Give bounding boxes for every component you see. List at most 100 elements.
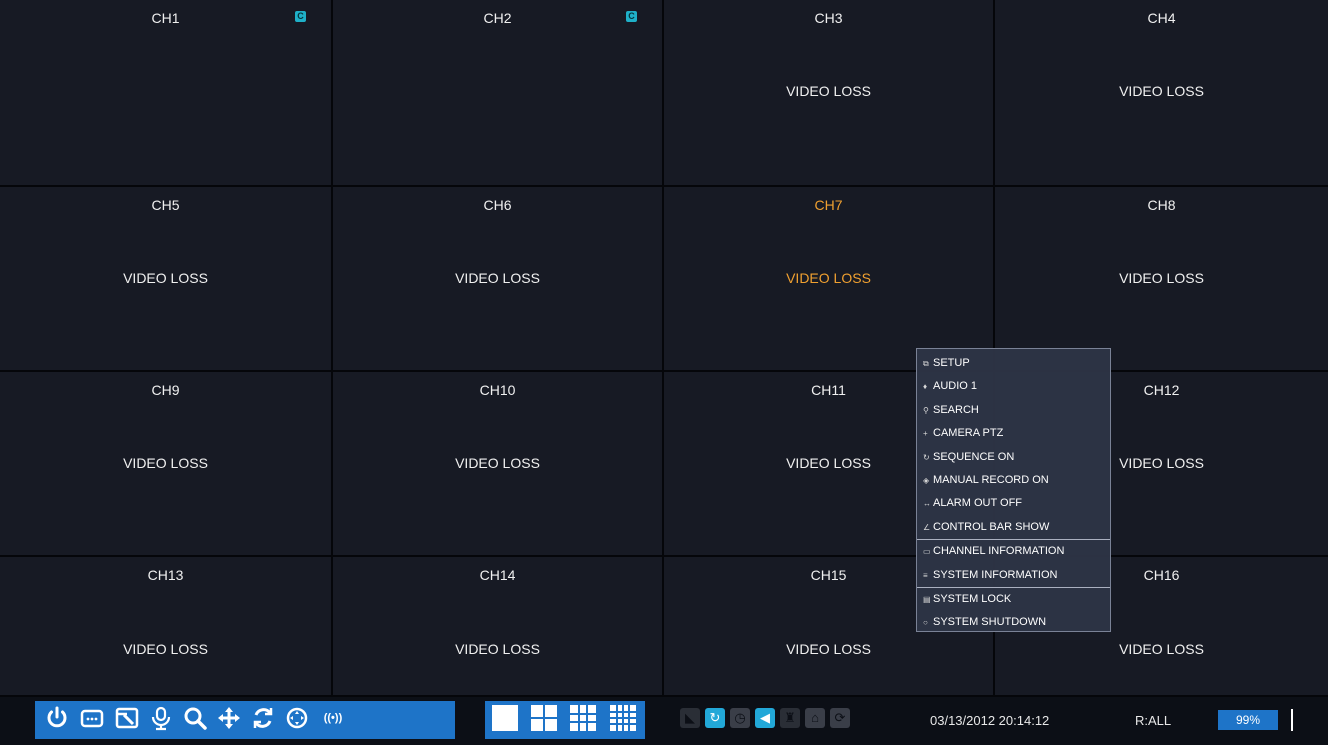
ptz-icon: + xyxy=(923,429,928,439)
channel-tile-8[interactable]: CH8 VIDEO LOSS xyxy=(995,187,1328,372)
channel-label: CH1 xyxy=(151,10,180,26)
menu-item-channel-info[interactable]: ▭ CHANNEL INFORMATION xyxy=(917,540,1110,563)
menu-item-label: SYSTEM INFORMATION xyxy=(933,568,1058,581)
channel-label: CH13 xyxy=(147,567,184,583)
camera-grid: CH1 C CH2 C CH3 VIDEO LOSS CH4 VIDEO LOS… xyxy=(0,0,1328,697)
menu-item-control-bar[interactable]: ∠ CONTROL BAR SHOW xyxy=(917,516,1110,539)
menu-item-label: CHANNEL INFORMATION xyxy=(933,545,1065,558)
channel-label: CH7 xyxy=(814,197,843,213)
lock-icon: ▤ xyxy=(923,594,931,604)
menu-item-label: CONTROL BAR SHOW xyxy=(933,520,1050,533)
video-loss-label: VIDEO LOSS xyxy=(786,641,871,657)
channel-label: CH9 xyxy=(151,382,180,398)
channel-label: CH4 xyxy=(1147,10,1176,26)
video-loss-label: VIDEO LOSS xyxy=(123,455,208,471)
sequence-icon[interactable] xyxy=(248,703,278,733)
layout-9-button[interactable] xyxy=(570,705,596,731)
record-search-icon[interactable] xyxy=(112,703,142,733)
record-mode-label: R:ALL xyxy=(1135,713,1172,728)
refresh-icon: ⟳ xyxy=(830,708,850,728)
broadcast-icon[interactable]: ((•)) xyxy=(318,703,348,733)
channel-label: CH5 xyxy=(151,197,180,213)
search-icon: ⚲ xyxy=(923,405,929,415)
channel-label: CH6 xyxy=(483,197,512,213)
layout-16-button[interactable] xyxy=(610,705,636,731)
home-icon: ⌂ xyxy=(805,708,825,728)
channel-info-icon: ▭ xyxy=(923,547,931,557)
video-loss-label: VIDEO LOSS xyxy=(455,641,540,657)
video-loss-label: VIDEO LOSS xyxy=(786,270,871,286)
video-loss-label: VIDEO LOSS xyxy=(1119,641,1204,657)
power-icon[interactable] xyxy=(42,703,72,733)
menu-item-label: SYSTEM LOCK xyxy=(933,592,1012,605)
menu-item-manual-record[interactable]: ◈ MANUAL RECORD ON xyxy=(917,469,1110,492)
channel-label: CH2 xyxy=(483,10,512,26)
menu-item-label: SETUP xyxy=(933,357,970,369)
hdd-usage-marker xyxy=(1291,709,1293,731)
setup-icon: ⧉ xyxy=(923,359,929,368)
audio-speaker-icon: ◀ xyxy=(755,708,775,728)
control-bar-icon: ∠ xyxy=(923,522,931,532)
search-icon[interactable] xyxy=(180,703,210,733)
channel-tile-6[interactable]: CH6 VIDEO LOSS xyxy=(333,187,664,372)
menu-item-setup[interactable]: ⧉ SETUP xyxy=(917,352,1110,375)
hdd-usage-indicator: 99% xyxy=(1218,710,1278,730)
schedule-icon: ◷ xyxy=(730,708,750,728)
covert-badge: C xyxy=(626,11,637,22)
sequence-icon: ↻ xyxy=(923,452,930,462)
menu-item-audio[interactable]: ♦ AUDIO 1 xyxy=(917,375,1110,398)
menu-item-label: AUDIO 1 xyxy=(933,380,978,393)
channel-tile-7[interactable]: CH7 VIDEO LOSS xyxy=(664,187,995,372)
system-datetime: 03/13/2012 20:14:12 xyxy=(930,713,1050,728)
ptz-camera-icon[interactable] xyxy=(282,703,312,733)
system-info-icon: ≡ xyxy=(923,570,928,580)
covert-badge: C xyxy=(295,11,306,22)
microphone-icon[interactable] xyxy=(146,703,176,733)
context-menu: ⧉ SETUP ♦ AUDIO 1 ⚲ SEARCH + CAMERA PTZ ↻ SEQ… xyxy=(916,348,1111,632)
video-loss-label: VIDEO LOSS xyxy=(455,270,540,286)
menu-item-system-shutdown[interactable]: ○ SYSTEM SHUTDOWN xyxy=(917,611,1110,634)
video-loss-label: VIDEO LOSS xyxy=(786,83,871,99)
menu-item-label: CAMERA PTZ xyxy=(933,427,1004,440)
channel-tile-3[interactable]: CH3 VIDEO LOSS xyxy=(664,0,995,187)
channel-tile-9[interactable]: CH9 VIDEO LOSS xyxy=(0,372,333,557)
shutdown-icon: ○ xyxy=(923,618,928,628)
network-status-icon: ↻ xyxy=(705,708,725,728)
menu-item-label: ALARM OUT OFF xyxy=(933,497,1023,510)
video-loss-label: VIDEO LOSS xyxy=(1119,270,1204,286)
layout-quad-button[interactable] xyxy=(531,705,557,731)
menu-item-sequence[interactable]: ↻ SEQUENCE ON xyxy=(917,446,1110,469)
channel-tile-13[interactable]: CH13 VIDEO LOSS xyxy=(0,557,333,697)
menu-item-system-lock[interactable]: ▤ SYSTEM LOCK xyxy=(917,588,1110,611)
menu-item-alarm-out[interactable]: ↔ ALARM OUT OFF xyxy=(917,492,1110,515)
video-loss-label: VIDEO LOSS xyxy=(1119,83,1204,99)
layout-single-button[interactable] xyxy=(492,705,518,731)
channel-label: CH14 xyxy=(479,567,516,583)
channel-tile-5[interactable]: CH5 VIDEO LOSS xyxy=(0,187,333,372)
menu-item-system-info[interactable]: ≡ SYSTEM INFORMATION xyxy=(917,564,1110,587)
video-loss-label: VIDEO LOSS xyxy=(123,641,208,657)
network-icon: ◣ xyxy=(680,708,700,728)
alarm-icon: ↔ xyxy=(923,499,931,509)
control-bar: ((•)) ◣ ↻ ◷ ◀ ♜ ⌂ ⟳ 03/13/2012 20:14:12 … xyxy=(0,697,1328,745)
channel-label: CH10 xyxy=(479,382,516,398)
menu-item-label: SEQUENCE ON xyxy=(933,450,1015,463)
channel-tile-2[interactable]: CH2 C xyxy=(333,0,664,187)
ptz-move-icon[interactable] xyxy=(214,703,244,733)
alarm-icon: ♜ xyxy=(780,708,800,728)
menu-item-label: SYSTEM SHUTDOWN xyxy=(933,616,1047,629)
menu-item-search[interactable]: ⚲ SEARCH xyxy=(917,399,1110,422)
channel-tile-1[interactable]: CH1 C xyxy=(0,0,333,187)
menu-icon[interactable] xyxy=(77,703,107,733)
menu-item-label: MANUAL RECORD ON xyxy=(933,473,1049,486)
channel-label: CH3 xyxy=(814,10,843,26)
channel-tile-4[interactable]: CH4 VIDEO LOSS xyxy=(995,0,1328,187)
menu-item-camera-ptz[interactable]: + CAMERA PTZ xyxy=(917,422,1110,445)
audio-icon: ♦ xyxy=(923,382,928,392)
video-loss-label: VIDEO LOSS xyxy=(455,455,540,471)
menu-item-label: SEARCH xyxy=(933,403,979,416)
record-icon: ◈ xyxy=(923,475,930,485)
channel-tile-10[interactable]: CH10 VIDEO LOSS xyxy=(333,372,664,557)
channel-tile-14[interactable]: CH14 VIDEO LOSS xyxy=(333,557,664,697)
video-loss-label: VIDEO LOSS xyxy=(123,270,208,286)
